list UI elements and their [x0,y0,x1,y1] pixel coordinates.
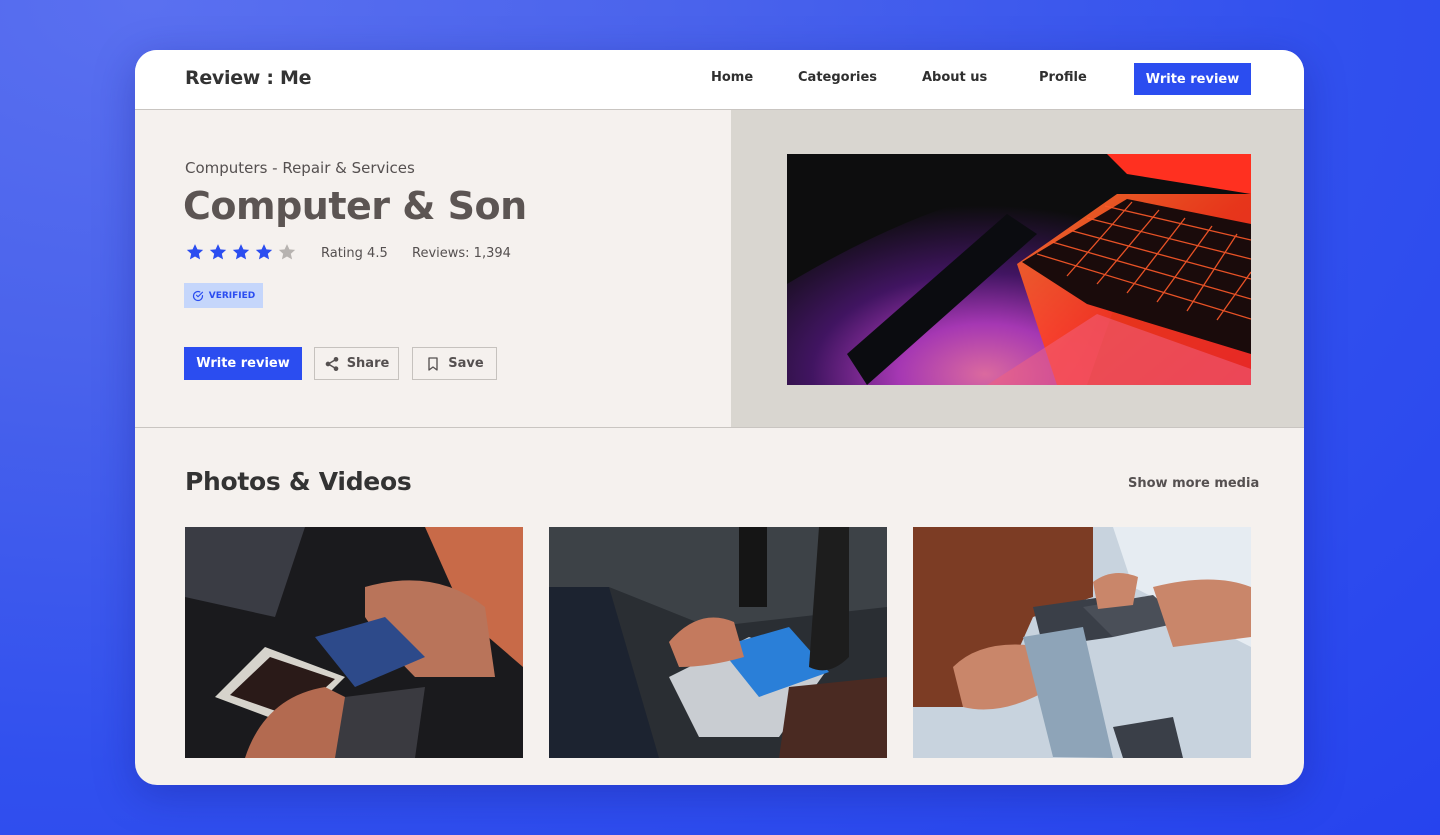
laptop-keyboard-image [787,154,1251,385]
media-thumbnail[interactable] [913,527,1251,758]
business-category: Computers - Repair & Services [185,159,415,177]
media-section-title: Photos & Videos [185,467,412,496]
rating-value: Rating 4.5 [321,246,388,261]
media-thumbnail[interactable] [549,527,887,758]
review-count: Reviews: 1,394 [412,246,511,261]
phone-handover-image [913,527,1251,758]
save-label: Save [448,356,484,371]
star-rating [185,242,297,262]
show-more-media-link[interactable]: Show more media [1128,476,1259,491]
save-button[interactable]: Save [412,347,497,380]
section-divider [135,427,1304,428]
share-icon [325,356,339,371]
write-review-button[interactable]: Write review [184,347,302,380]
star-icon [232,244,250,260]
microscope-soldering-image [549,527,887,758]
app-window: Review : Me Home Categories About us Pro… [135,50,1304,785]
verified-badge: VERIFIED [184,283,263,308]
hero-media-panel [731,110,1304,427]
nav-categories[interactable]: Categories [798,70,877,85]
bookmark-icon [428,356,438,371]
hero-image [787,154,1251,385]
top-navigation: Review : Me Home Categories About us Pro… [135,50,1304,110]
star-icon [186,244,204,260]
business-name: Computer & Son [183,184,527,228]
nav-profile[interactable]: Profile [1039,70,1087,85]
media-thumbnail[interactable] [185,527,523,758]
share-button[interactable]: Share [314,347,399,380]
share-label: Share [346,356,390,371]
verified-label: VERIFIED [208,290,256,301]
header-write-review-button[interactable]: Write review [1134,63,1251,95]
phone-circuit-repair-image [185,527,523,758]
business-summary: Computers - Repair & Services Computer &… [135,110,731,427]
star-icon [209,244,227,260]
site-logo[interactable]: Review : Me [185,67,311,89]
star-icon [255,244,273,260]
nav-home[interactable]: Home [711,70,753,85]
nav-about-us[interactable]: About us [922,70,987,85]
star-icon [278,244,296,260]
check-circle-icon [192,290,203,301]
